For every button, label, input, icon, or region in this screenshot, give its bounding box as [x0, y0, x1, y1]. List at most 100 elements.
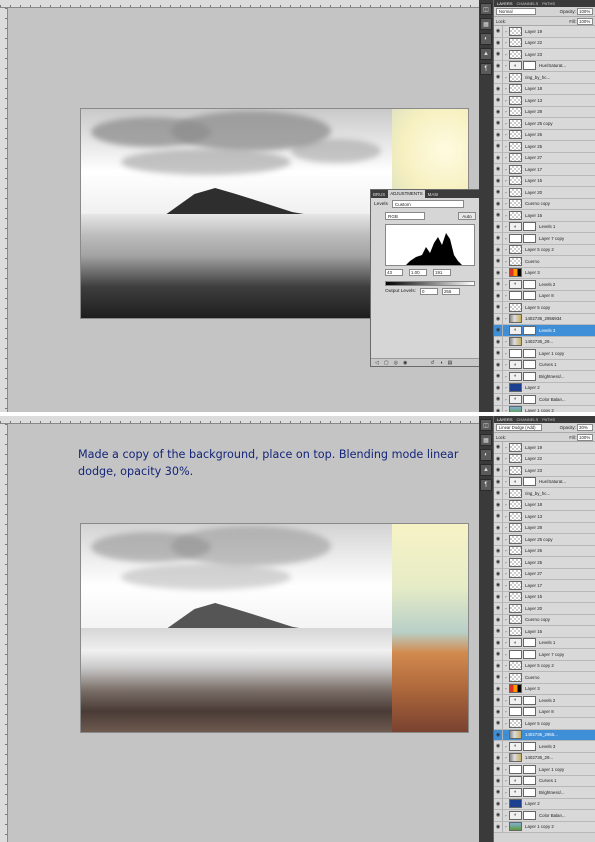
opacity-input[interactable]: 30%	[577, 424, 593, 431]
layer-thumbnail[interactable]	[509, 337, 522, 347]
layer-name[interactable]: Levels 3	[537, 744, 595, 749]
eye-icon[interactable]: ◉	[494, 764, 503, 775]
layer-thumbnail[interactable]	[509, 210, 522, 220]
layer-name[interactable]: Color Balan...	[537, 813, 595, 818]
eye-icon[interactable]: ◉	[494, 129, 503, 140]
layer-name[interactable]: Levels 3	[537, 328, 595, 333]
layer-thumbnail[interactable]	[509, 718, 522, 728]
layer-mask-thumbnail[interactable]	[523, 360, 536, 370]
eye-icon[interactable]: ◉	[494, 683, 503, 694]
reset-icon[interactable]: ↺	[430, 360, 434, 366]
layer-row[interactable]: ◉ ⌐ Cuerno copy	[494, 614, 595, 626]
eye-icon[interactable]: ◉	[494, 348, 503, 359]
layer-name[interactable]: 1402736_2955...	[523, 732, 595, 737]
layer-thumbnail[interactable]	[509, 511, 522, 521]
panel-icon[interactable]: ▦	[480, 18, 492, 30]
eye-icon[interactable]: ◉	[494, 290, 503, 301]
eye-icon[interactable]: ◉	[494, 557, 503, 568]
layer-row[interactable]: ◉ ⌐ Layer 15	[494, 591, 595, 603]
layer-row[interactable]: ◉ ⌐ Layer 1 copy 2	[494, 821, 595, 833]
eye-icon[interactable]: ◉	[494, 152, 503, 163]
layer-name[interactable]: Levels 1	[537, 224, 595, 229]
opacity-input[interactable]: 100%	[577, 8, 593, 15]
layer-thumbnail[interactable]	[509, 465, 522, 475]
panel-icon[interactable]: ▲	[480, 464, 492, 476]
eye-icon[interactable]: ◉	[494, 72, 503, 83]
layer-mask-thumbnail[interactable]	[523, 638, 536, 648]
tab-channels[interactable]: CHANNELS	[517, 1, 539, 6]
layer-name[interactable]: Layer 5 copy 2	[523, 663, 595, 668]
output-black[interactable]: 0	[419, 288, 438, 295]
layer-row[interactable]: ◉ ⌐ Layer 26	[494, 129, 595, 141]
layer-name[interactable]: Layer 7 copy	[537, 652, 595, 657]
layer-name[interactable]: Hue/Saturat...	[537, 479, 595, 484]
layer-thumbnail[interactable]	[509, 314, 522, 324]
layer-row[interactable]: ◉ ⌐ Layer 8	[494, 290, 595, 302]
layer-row[interactable]: ◉ ⌐ Layer 13	[494, 511, 595, 523]
layer-mask-thumbnail[interactable]	[523, 233, 536, 243]
layer-mask-thumbnail[interactable]	[523, 279, 536, 289]
layer-name[interactable]: Layer 20	[523, 190, 595, 195]
layer-row[interactable]: ◉ ⌐ ◐ Levels 3	[494, 741, 595, 753]
layer-thumbnail[interactable]	[509, 233, 522, 243]
panel-icon[interactable]: ¶	[480, 479, 492, 491]
fill-input[interactable]: 100%	[577, 17, 593, 25]
layer-name[interactable]: Curves 1	[537, 362, 595, 367]
tab-masks[interactable]: MASI	[428, 192, 439, 197]
eye-icon[interactable]: ◉	[494, 637, 503, 648]
layer-thumbnail[interactable]: ◐	[509, 741, 522, 751]
eye-icon[interactable]: ◉	[494, 787, 503, 798]
eye-icon[interactable]: ◉	[494, 164, 503, 175]
tab-layers[interactable]: LAYERS	[497, 417, 513, 422]
tab-channels[interactable]: CHANNELS	[517, 417, 539, 422]
layer-thumbnail[interactable]	[509, 256, 522, 266]
layer-row[interactable]: ◉ ⌐ Layer 7 copy	[494, 649, 595, 661]
layer-name[interactable]: Layer 8	[537, 293, 595, 298]
layer-thumbnail[interactable]	[509, 546, 522, 556]
eye-icon[interactable]: ◉	[494, 453, 503, 464]
layer-row[interactable]: ◉ ⌐ Cuerno	[494, 672, 595, 684]
channel-select[interactable]: RGB	[385, 212, 425, 220]
layer-thumbnail[interactable]	[509, 569, 522, 579]
layer-name[interactable]: Layer 27	[523, 155, 595, 160]
layer-name[interactable]: Layer 25 copy	[523, 121, 595, 126]
panel-icon[interactable]: ¶	[480, 63, 492, 75]
layer-thumbnail[interactable]: ◐	[509, 222, 522, 232]
eye-icon[interactable]: ◉	[494, 580, 503, 591]
eye-icon[interactable]: ◉	[494, 488, 503, 499]
layer-row[interactable]: ◉ ⌐ Layer 22	[494, 453, 595, 465]
layer-row[interactable]: ◉ ⌐ Layer 20	[494, 187, 595, 199]
layer-mask-thumbnail[interactable]	[523, 222, 536, 232]
layer-thumbnail[interactable]: ◐	[509, 477, 522, 487]
trash-icon[interactable]: ▤	[448, 360, 453, 366]
layer-name[interactable]: Levels 2	[537, 282, 595, 287]
eye-icon[interactable]: ◉	[494, 256, 503, 267]
layer-row[interactable]: ◉ ⌐ Layer 28	[494, 106, 595, 118]
layer-row[interactable]: ◉ ⌐ Layer 8	[494, 706, 595, 718]
layer-name[interactable]: 1402736_29...	[523, 339, 595, 344]
layer-row[interactable]: ◉ ⌐ Layer 19	[494, 26, 595, 38]
eye-icon[interactable]: ◉	[494, 210, 503, 221]
layer-name[interactable]: Layer 7 copy	[537, 236, 595, 241]
layer-name[interactable]: Layer 3	[523, 270, 595, 275]
document-canvas[interactable]	[80, 523, 469, 733]
layer-thumbnail[interactable]	[509, 49, 522, 59]
blend-mode-select[interactable]: Linear Dodge (Add)	[496, 424, 542, 431]
layer-thumbnail[interactable]	[509, 672, 522, 682]
layer-name[interactable]: 1402736_2956934	[523, 316, 595, 321]
eye-icon[interactable]: ◉	[494, 118, 503, 129]
output-white[interactable]: 255	[441, 288, 460, 295]
eye-icon[interactable]: ◉	[494, 267, 503, 278]
tab-brushes[interactable]: BRUS	[373, 192, 385, 197]
panel-icon[interactable]: ◫	[480, 3, 492, 15]
layer-thumbnail[interactable]	[509, 130, 522, 140]
tab-paths[interactable]: PATHS	[542, 417, 555, 422]
layer-name[interactable]: Layer 19	[523, 29, 595, 34]
layer-row[interactable]: ◉ ⌐ Layer 2	[494, 382, 595, 394]
layer-row[interactable]: ◉ ⌐ ring_by_hc...	[494, 72, 595, 84]
eye-icon[interactable]: ◉	[494, 60, 503, 71]
layer-row[interactable]: ◉ ⌐ ◐ Color Balan...	[494, 394, 595, 406]
layer-row[interactable]: ◉ ⌐ Cuerno copy	[494, 198, 595, 210]
layer-name[interactable]: Layer 16	[523, 213, 595, 218]
layer-thumbnail[interactable]	[509, 799, 522, 809]
